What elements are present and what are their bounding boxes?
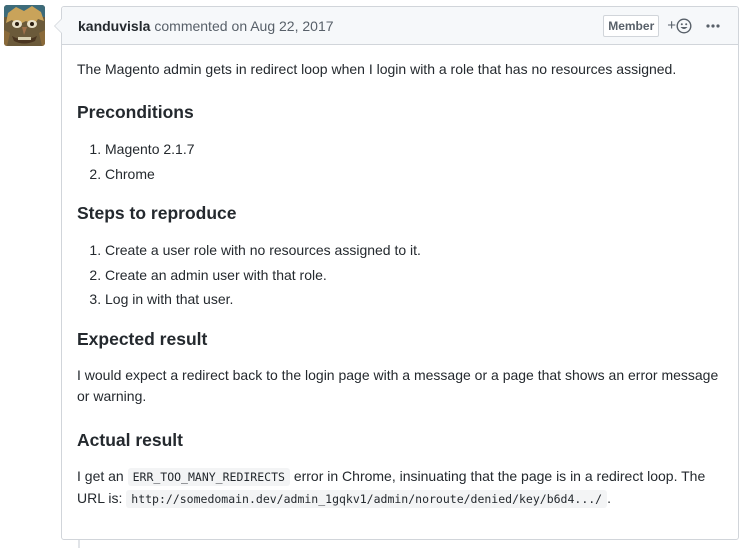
expected-paragraph: I would expect a redirect back to the lo…	[77, 365, 723, 407]
actual-prefix: I get an	[77, 467, 124, 484]
smiley-icon	[676, 17, 692, 34]
steps-heading: Steps to reproduce	[77, 203, 237, 223]
comment-action: commented	[154, 17, 228, 34]
list-item: Log in with that user.	[105, 287, 723, 312]
avatar-image	[4, 5, 45, 46]
author-link[interactable]: kanduvisla	[78, 18, 150, 34]
actual-paragraph: I get an ERR_TOO_MANY_REDIRECTS error in…	[77, 466, 723, 510]
actual-mid: error in Chrome, insinuating that the pa…	[293, 467, 706, 484]
list-item: Create a user role with no resources ass…	[105, 238, 723, 263]
comment-box: kanduvisla commented on Aug 22, 2017 Mem…	[54, 6, 739, 540]
avatar[interactable]	[4, 5, 45, 46]
list-item: Create an admin user with that role.	[105, 263, 723, 288]
plus-label: +	[667, 17, 676, 34]
error-code: ERR_TOO_MANY_REDIRECTS	[127, 467, 290, 486]
steps-list: Create a user role with no resources ass…	[77, 238, 723, 312]
url-code: http://somedomain.dev/admin_1gqkv1/admin…	[126, 489, 608, 508]
timeline-line	[78, 540, 80, 548]
actual-heading: Actual result	[77, 429, 183, 450]
list-item: Chrome	[105, 162, 723, 187]
comment-body: The Magento admin gets in redirect loop …	[62, 45, 738, 510]
more-options-button[interactable]	[706, 23, 720, 28]
expected-heading: Expected result	[77, 328, 208, 349]
expected-line-2: or warning.	[77, 387, 147, 404]
timestamp-link[interactable]: on Aug 22, 2017	[232, 18, 334, 34]
add-reaction-button[interactable]: +	[667, 17, 692, 34]
actual-suffix: .	[607, 489, 611, 506]
comment-header: kanduvisla commented on Aug 22, 2017 Mem…	[62, 7, 738, 45]
intro-paragraph: The Magento admin gets in redirect loop …	[77, 61, 677, 77]
kebab-horizontal-icon	[706, 23, 720, 28]
list-item: Magento 2.1.7	[105, 137, 723, 162]
member-badge: Member	[603, 14, 660, 37]
actual-url-prefix: URL is:	[77, 489, 123, 506]
header-actions: Member +	[603, 14, 738, 37]
preconditions-heading: Preconditions	[77, 102, 194, 122]
expected-line-1: I would expect a redirect back to the lo…	[77, 366, 719, 383]
preconditions-list: Magento 2.1.7 Chrome	[77, 137, 723, 186]
issue-comment-page: kanduvisla commented on Aug 22, 2017 Mem…	[0, 0, 747, 548]
